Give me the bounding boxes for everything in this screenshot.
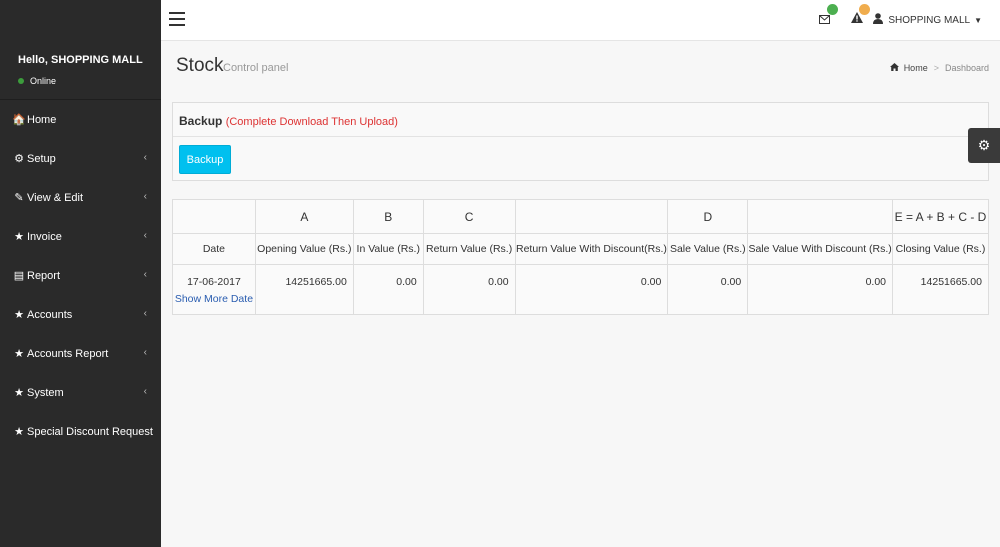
- edit-icon: ✎: [14, 192, 24, 204]
- backup-title: Backup: [179, 114, 223, 128]
- file-icon: ▤: [13, 270, 25, 282]
- chevron-left-icon: ‹: [143, 152, 147, 163]
- user-panel: Hello, SHOPPING MALL Online: [0, 0, 161, 100]
- date-value: 17-06-2017: [187, 276, 241, 288]
- value-cell: 0.00: [667, 264, 749, 315]
- value-cell: 0.00: [352, 264, 424, 315]
- group-header: B: [352, 199, 424, 234]
- sidebar-item-label: System: [27, 386, 64, 399]
- sidebar-item-label: Report: [27, 269, 61, 282]
- sidebar-item-label: View & Edit: [27, 191, 84, 204]
- value-cell: 0.00: [514, 264, 669, 315]
- group-header: D: [667, 199, 749, 234]
- online-status: Online: [18, 76, 56, 86]
- sidebar-item-label: Accounts: [27, 308, 73, 321]
- menu-toggle-icon[interactable]: [169, 12, 185, 26]
- sidebar-item-setup[interactable]: ⚙ Setup ‹: [0, 139, 161, 178]
- backup-box-header: Backup (Complete Download Then Upload): [173, 103, 988, 137]
- star-icon: ★: [14, 309, 24, 321]
- user-name: SHOPPING MALL: [888, 14, 971, 26]
- sidebar-menu: 🏠 Home ⚙ Setup ‹ ✎ View & Edit ‹ ★ Invoice ‹ ▤ Repor…: [0, 100, 161, 451]
- column-header: Date: [172, 233, 256, 265]
- sidebar-item-system[interactable]: ★ System ‹: [0, 373, 161, 412]
- value-cell: 14251665.00: [892, 264, 989, 315]
- table-row: 17-06-2017 Show More Date 14251665.00 0.00 0…: [172, 264, 989, 315]
- sidebar-item-view-edit[interactable]: ✎ View & Edit ‹: [0, 178, 161, 217]
- backup-note: (Complete Download Then Upload): [225, 116, 398, 128]
- group-header: A: [254, 199, 354, 234]
- column-header: Return Value With Discount(Rs.): [514, 233, 669, 265]
- chevron-left-icon: ‹: [143, 191, 147, 202]
- sidebar-item-label: Special Discount Request: [27, 425, 153, 438]
- top-header: SHOPPING MALL ▼: [161, 0, 1000, 41]
- breadcrumb: Home > Dashboard: [889, 63, 989, 73]
- status-label: Online: [30, 76, 57, 86]
- home-icon: 🏠: [12, 114, 26, 126]
- value-cell: 0.00: [422, 264, 516, 315]
- column-header: Closing Value (Rs.): [892, 233, 989, 265]
- breadcrumb-dashboard: Dashboard: [944, 63, 989, 73]
- chevron-left-icon: ‹: [143, 347, 147, 358]
- group-header: [747, 199, 893, 234]
- backup-button[interactable]: Backup: [179, 145, 231, 174]
- sidebar-item-home[interactable]: 🏠 Home: [0, 100, 161, 139]
- sidebar-item-label: Invoice: [27, 230, 62, 243]
- chevron-left-icon: ‹: [143, 308, 147, 319]
- greeting: Hello, SHOPPING MALL: [18, 54, 143, 66]
- group-header: E = A + B + C - D: [892, 199, 989, 234]
- chevron-left-icon: ‹: [143, 386, 147, 397]
- column-header: Opening Value (Rs.): [254, 233, 354, 265]
- value-cell: 0.00: [747, 264, 893, 315]
- sidebar-item-invoice[interactable]: ★ Invoice ‹: [0, 217, 161, 256]
- breadcrumb-home[interactable]: Home: [904, 63, 928, 73]
- mail-badge: [827, 4, 838, 15]
- show-more-date-link[interactable]: Show More Date: [173, 293, 255, 305]
- date-cell: 17-06-2017 Show More Date: [172, 264, 256, 315]
- cogs-icon: ⚙: [14, 153, 24, 165]
- column-header: In Value (Rs.): [352, 233, 424, 265]
- page-title: Stock: [176, 55, 224, 76]
- sidebar-item-label: Accounts Report: [27, 347, 109, 360]
- settings-gear-icon[interactable]: ⚙: [968, 128, 1000, 163]
- star-icon: ★: [14, 348, 24, 360]
- user-icon: [873, 13, 884, 27]
- sidebar-item-accounts-report[interactable]: ★ Accounts Report ‹: [0, 334, 161, 373]
- column-header: Sale Value (Rs.): [667, 233, 749, 265]
- stock-table: ABC D E = A + B + C - D Date Opening Value …: [172, 199, 989, 315]
- group-header: C: [422, 199, 516, 234]
- group-header: [514, 199, 669, 234]
- alert-badge: [859, 4, 870, 15]
- page-subtitle: Control panel: [223, 62, 289, 74]
- chevron-left-icon: ‹: [143, 230, 147, 241]
- value-cell: 14251665.00: [254, 264, 354, 315]
- column-header-row: Date Opening Value (Rs.) In Value (Rs.) Ret…: [172, 233, 989, 265]
- mail-icon[interactable]: [819, 13, 830, 27]
- home-icon: [889, 63, 899, 73]
- sidebar-item-special-discount-request[interactable]: ★ Special Discount Request: [0, 412, 161, 451]
- column-header: Sale Value With Discount (Rs.): [747, 233, 893, 265]
- star-icon: ★: [14, 426, 24, 438]
- online-dot-icon: [18, 78, 24, 84]
- star-icon: ★: [14, 387, 24, 399]
- sidebar: Hello, SHOPPING MALL Online 🏠 Home ⚙ Setup ‹…: [0, 0, 161, 547]
- sidebar-item-label: Setup: [27, 152, 56, 165]
- breadcrumb-separator: >: [933, 63, 939, 73]
- backup-box: Backup (Complete Download Then Upload) B…: [172, 102, 989, 181]
- group-header: [172, 199, 256, 234]
- sidebar-item-report[interactable]: ▤ Report ‹: [0, 256, 161, 295]
- sidebar-item-accounts[interactable]: ★ Accounts ‹: [0, 295, 161, 334]
- user-menu[interactable]: SHOPPING MALL ▼: [873, 13, 982, 27]
- group-header-row: ABC D E = A + B + C - D: [172, 199, 989, 234]
- column-header: Return Value (Rs.): [422, 233, 516, 265]
- chevron-left-icon: ‹: [143, 269, 147, 280]
- sidebar-item-label: Home: [27, 113, 57, 126]
- caret-down-icon: ▼: [974, 15, 982, 25]
- star-icon: ★: [14, 231, 24, 243]
